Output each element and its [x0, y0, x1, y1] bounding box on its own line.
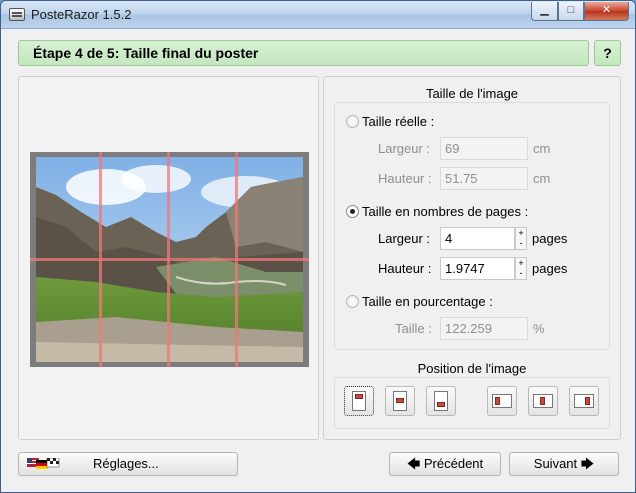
- maximize-button[interactable]: □: [558, 2, 584, 21]
- image-size-title: Taille de l'image: [425, 86, 519, 101]
- real-size-label: Taille réelle :: [362, 114, 435, 129]
- real-height-label: Hauteur :: [378, 171, 432, 186]
- position-center-button[interactable]: [385, 386, 415, 416]
- page-divider-horizontal: [30, 258, 309, 261]
- previous-label: Précédent: [423, 456, 484, 471]
- position-left-button[interactable]: [487, 386, 517, 416]
- real-height-unit: cm: [533, 171, 551, 186]
- real-width-unit: cm: [533, 141, 551, 156]
- pages-width-unit: pages: [532, 231, 568, 246]
- previous-button[interactable]: 🡄 Précédent: [389, 452, 501, 476]
- settings-button[interactable]: Réglages...: [18, 452, 238, 476]
- pages-height-stepper[interactable]: + -: [515, 257, 527, 280]
- position-right-button[interactable]: [569, 386, 599, 416]
- close-button[interactable]: ✕: [584, 2, 629, 21]
- app-icon: [9, 8, 25, 21]
- pages-width-field[interactable]: 4: [440, 227, 515, 250]
- window-title: PosteRazor 1.5.2: [31, 7, 132, 22]
- poster-preview: [30, 152, 309, 367]
- help-button[interactable]: ?: [594, 40, 621, 66]
- step-header: Étape 4 de 5: Taille final du poster: [18, 40, 589, 66]
- percent-size-field[interactable]: 122.259: [440, 317, 528, 340]
- next-label: Suivant: [533, 456, 578, 471]
- pages-height-field[interactable]: 1.9747: [440, 257, 515, 280]
- language-flags-icon: [27, 458, 60, 469]
- position-middle-button[interactable]: [528, 386, 558, 416]
- image-position-title: Position de l'image: [417, 361, 527, 376]
- pages-size-radio[interactable]: [346, 205, 359, 218]
- posterazor-window: PosteRazor 1.5.2 ▁ □ ✕ Étape 4 de 5: Tai…: [0, 0, 636, 493]
- poster-preview-panel: [18, 76, 319, 440]
- percent-size-label: Taille en pourcentage :: [362, 294, 493, 309]
- percent-size-unit: %: [533, 321, 545, 336]
- next-button[interactable]: Suivant 🡆: [509, 452, 619, 476]
- percent-size-field-label: Taille :: [395, 321, 432, 336]
- title-bar[interactable]: PosteRazor 1.5.2 ▁ □ ✕: [1, 1, 635, 29]
- pages-height-label: Hauteur :: [378, 261, 432, 276]
- position-top-button[interactable]: [344, 386, 374, 416]
- position-bottom-button[interactable]: [426, 386, 456, 416]
- real-width-label: Largeur :: [378, 141, 431, 156]
- size-settings-panel: Taille de l'image Taille réelle : Largeu…: [323, 76, 621, 440]
- pages-size-label: Taille en nombres de pages :: [362, 204, 529, 219]
- next-arrow-icon: 🡆: [580, 456, 595, 471]
- real-size-radio[interactable]: [346, 115, 359, 128]
- settings-label: Réglages...: [93, 456, 159, 471]
- pages-width-label: Largeur :: [378, 231, 431, 246]
- percent-size-radio[interactable]: [346, 295, 359, 308]
- previous-arrow-icon: 🡄: [406, 456, 421, 471]
- pages-height-unit: pages: [532, 261, 568, 276]
- minimize-button[interactable]: ▁: [531, 2, 558, 21]
- real-width-field[interactable]: 69: [440, 137, 528, 160]
- pages-width-stepper[interactable]: + -: [515, 227, 527, 250]
- real-height-field[interactable]: 51.75: [440, 167, 528, 190]
